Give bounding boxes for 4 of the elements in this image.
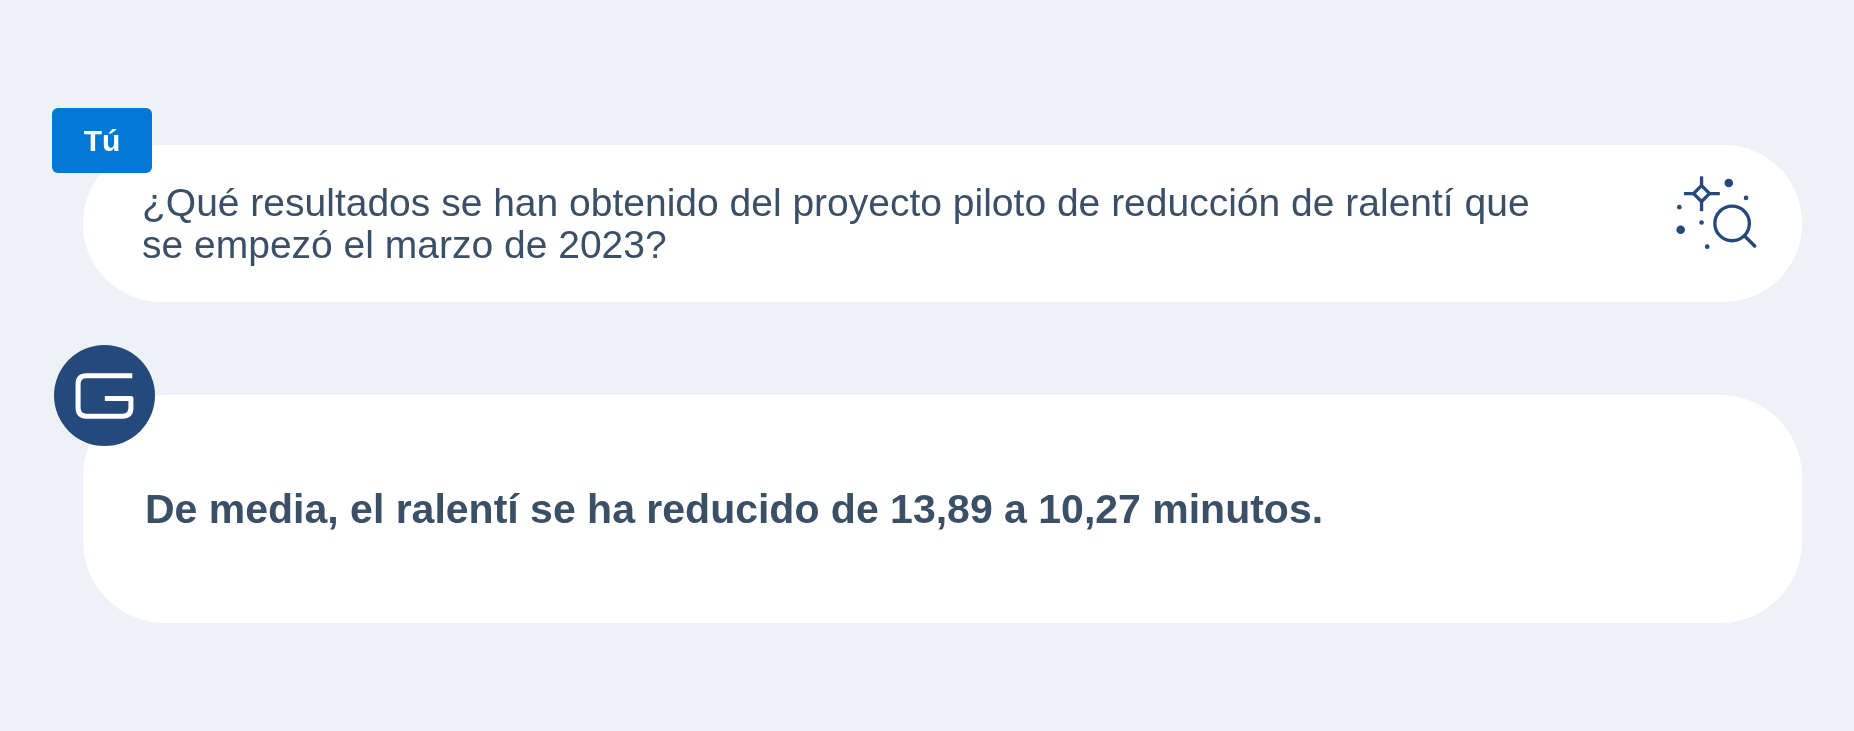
answer-text: De media, el ralentí se ha reducido de 13,89 a 10,27 minutos. — [145, 485, 1324, 533]
question-text: ¿Qué resultados se han obtenido del proyecto piloto de reducción de ralentí que se empezó el marzo de 2023? — [142, 181, 1531, 266]
sender-label: Tú — [52, 108, 152, 173]
sparkle-search-icon — [1675, 175, 1757, 252]
